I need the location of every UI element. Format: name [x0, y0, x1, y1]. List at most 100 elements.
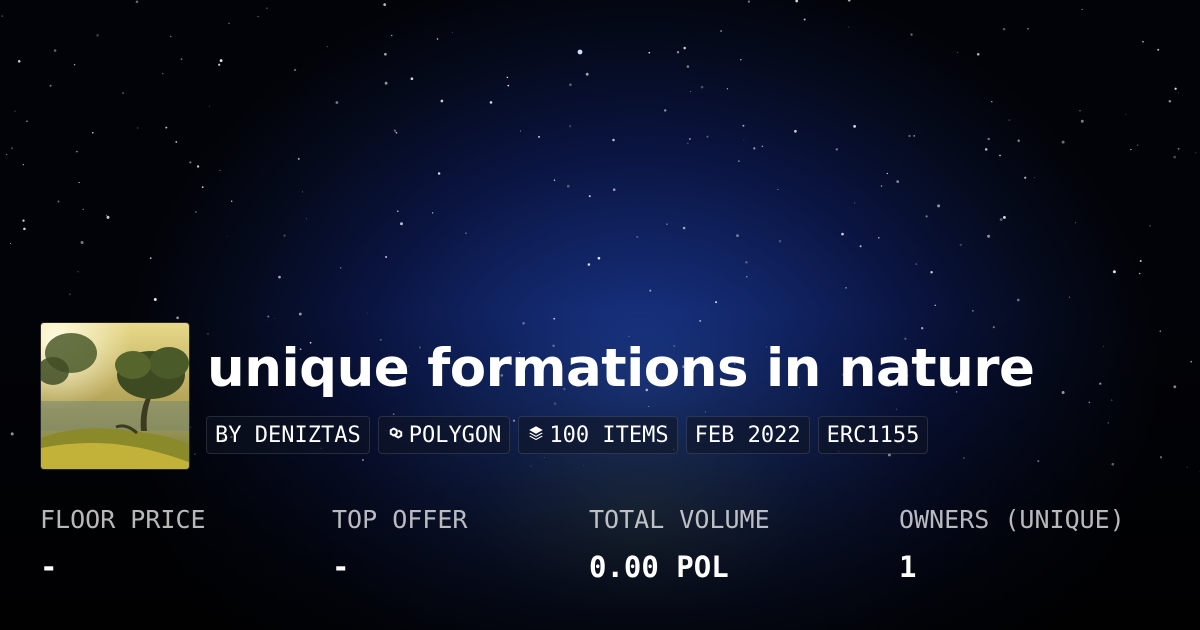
- star: [1112, 270, 1116, 274]
- star: [1002, 27, 1006, 31]
- star: [736, 234, 739, 238]
- star: [1142, 40, 1144, 43]
- star: [10, 147, 14, 150]
- star: [17, 59, 21, 63]
- star: [1074, 221, 1077, 224]
- items-tag[interactable]: 100 ITEMS: [518, 416, 678, 454]
- star: [219, 59, 223, 63]
- collection-thumbnail: [40, 322, 190, 470]
- star: [219, 169, 221, 171]
- star: [77, 270, 79, 273]
- tag-label: POLYGON: [408, 422, 502, 448]
- star: [393, 129, 397, 132]
- star: [910, 33, 913, 36]
- star: [597, 256, 601, 260]
- star: [585, 72, 589, 76]
- star: [915, 263, 918, 266]
- star: [991, 101, 993, 103]
- star: [761, 145, 764, 148]
- star: [1125, 113, 1127, 115]
- star: [297, 157, 300, 160]
- stat-floor-price: FLOOR PRICE -: [40, 505, 206, 584]
- creator-tag[interactable]: BY DENIZTAS: [206, 416, 370, 454]
- star: [14, 110, 16, 112]
- star: [742, 124, 745, 127]
- star: [587, 263, 591, 266]
- star: [1068, 296, 1070, 298]
- tag-label: BY DENIZTAS: [215, 422, 361, 448]
- star: [9, 242, 12, 245]
- star: [1061, 140, 1065, 144]
- tag-label: FEB 2022: [694, 422, 801, 448]
- star: [96, 34, 99, 37]
- star: [853, 125, 856, 128]
- star: [687, 142, 689, 144]
- star: [706, 135, 709, 138]
- tag-label: 100 ITEMS: [549, 422, 669, 448]
- star: [385, 255, 388, 259]
- stat-label: TOTAL VOLUME: [589, 505, 770, 534]
- star: [293, 68, 297, 72]
- star: [720, 30, 722, 32]
- chain-tag[interactable]: POLYGON: [377, 416, 511, 454]
- stat-label: FLOOR PRICE: [40, 505, 206, 534]
- star: [257, 16, 259, 18]
- star: [738, 160, 740, 162]
- star: [137, 127, 139, 129]
- star: [1002, 215, 1006, 219]
- star: [841, 232, 844, 236]
- star: [957, 51, 959, 54]
- star: [122, 92, 125, 94]
- star: [201, 186, 204, 188]
- star: [106, 215, 110, 219]
- star: [231, 200, 233, 202]
- star: [612, 188, 616, 191]
- star: [301, 191, 303, 193]
- star: [400, 222, 403, 226]
- star: [76, 150, 78, 153]
- star: [648, 51, 651, 54]
- star: [908, 134, 911, 138]
- star: [984, 148, 988, 151]
- star: [682, 226, 686, 230]
- collection-preview-card: unique formations in nature BY DENIZTAS …: [0, 0, 1200, 630]
- star: [777, 188, 779, 191]
- star: [437, 172, 441, 175]
- star: [68, 293, 71, 296]
- tag-label: ERC1155: [826, 422, 920, 448]
- star: [218, 63, 221, 66]
- star: [566, 184, 570, 188]
- stat-top-offer: TOP OFFER -: [332, 505, 467, 584]
- star: [489, 101, 493, 104]
- star: [335, 101, 339, 104]
- star: [987, 234, 991, 238]
- star: [165, 126, 168, 129]
- star: [553, 179, 556, 181]
- star: [1139, 260, 1142, 262]
- star: [278, 275, 281, 279]
- star: [569, 83, 572, 87]
- star: [700, 85, 704, 89]
- star: [803, 18, 806, 21]
- star: [886, 172, 888, 175]
- star: [664, 109, 667, 112]
- star: [795, 0, 799, 3]
- star: [1081, 8, 1083, 10]
- star: [690, 90, 692, 92]
- star: [189, 161, 192, 164]
- star: [53, 49, 57, 52]
- star: [666, 223, 668, 225]
- star: [1027, 27, 1029, 30]
- star: [743, 139, 745, 141]
- star: [22, 164, 25, 166]
- star: [649, 289, 652, 292]
- star: [847, 26, 850, 28]
- stat-value: 0.00 POL: [589, 550, 729, 584]
- layers-icon: [527, 423, 545, 448]
- star: [538, 135, 540, 138]
- star: [80, 241, 84, 244]
- star: [1017, 139, 1020, 142]
- stat-value: -: [40, 550, 58, 584]
- star: [1008, 119, 1011, 121]
- stat-total-volume: TOTAL VOLUME 0.00 POL: [589, 505, 770, 584]
